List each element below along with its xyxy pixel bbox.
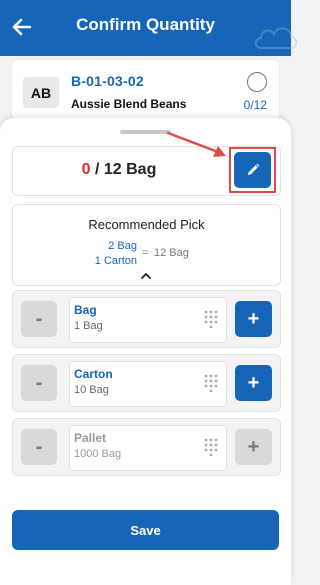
cloud-decoration-icon [254,27,297,49]
unit-row-pallet: - Pallet 1000 Bag + [12,418,281,476]
decrement-carton-button[interactable]: - [21,365,57,401]
quantity-display: 0 / 12 Bag [13,161,225,179]
save-button[interactable]: Save [12,510,279,550]
edit-quantity-button[interactable] [234,152,271,188]
unit-conversion: 1 Bag [74,320,103,332]
recommended-pick-title: Recommended Pick [88,217,205,232]
item-name: Aussie Blend Beans [71,97,187,111]
page-title: Confirm Quantity [76,15,215,34]
unit-conversion: 1000 Bag [74,448,122,460]
app-header: Confirm Quantity [0,0,297,56]
unit-conversion: 10 Bag [74,384,109,396]
grip-icon [204,310,218,328]
decrement-bag-button[interactable]: - [21,301,57,337]
item-select-checkbox[interactable] [247,72,267,92]
bag-quantity-input[interactable]: Bag 1 Bag [69,297,227,343]
unit-row-bag: - Bag 1 Bag + [12,290,281,348]
increment-bag-button[interactable]: + [235,301,272,337]
item-code: B-01-03-02 [71,73,144,89]
unit-row-carton: - Carton 10 Bag + [12,354,281,412]
avatar: AB [23,77,59,108]
recommended-line-carton: 1 Carton [94,255,137,267]
chevron-up-icon[interactable] [140,271,152,279]
unit-name: Bag [74,303,97,317]
recommended-breakdown: 2 Bag 1 Carton [83,239,137,269]
quantity-current: 0 [81,161,91,178]
increment-pallet-button[interactable]: + [235,429,272,465]
carton-quantity-input[interactable]: Carton 10 Bag [69,361,227,407]
recommended-total: 12 Bag [154,247,189,259]
recommended-equals: = [142,247,149,259]
recommended-pick-card: Recommended Pick 2 Bag 1 Carton = 12 Bag [12,204,281,286]
increment-carton-button[interactable]: + [235,365,272,401]
pallet-quantity-input[interactable]: Pallet 1000 Bag [69,425,227,471]
unit-name: Carton [74,367,113,381]
unit-name: Pallet [74,431,107,445]
sheet-drag-handle[interactable] [120,130,171,134]
item-card[interactable]: AB B-01-03-02 Aussie Blend Beans 0/12 [12,60,279,120]
recommended-line-bag: 2 Bag [108,240,137,252]
pencil-icon [247,163,259,175]
grip-icon [204,374,218,392]
grip-icon [204,438,218,456]
decrement-pallet-button[interactable]: - [21,429,57,465]
quantity-total: / 12 Bag [90,161,157,178]
item-pick-count: 0/12 [243,98,267,112]
